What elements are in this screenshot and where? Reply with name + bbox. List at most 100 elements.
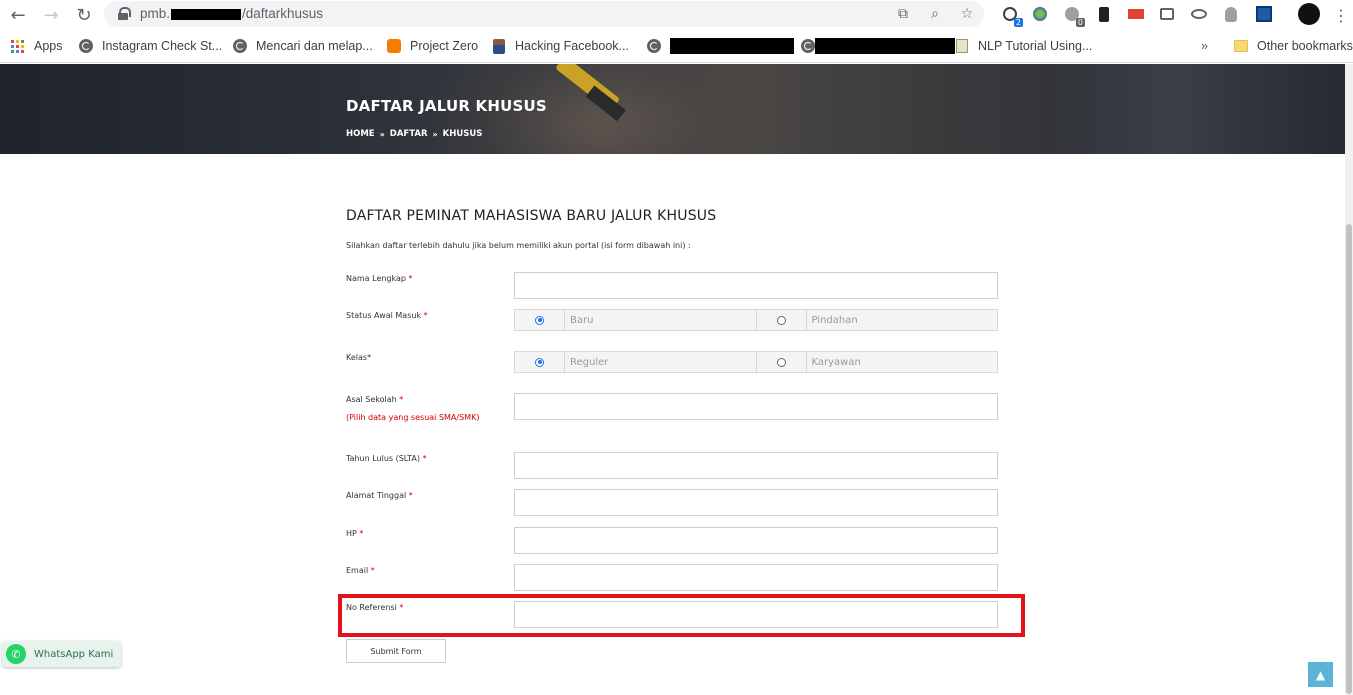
kelas-reguler-radio[interactable] xyxy=(535,357,544,367)
page-title: DAFTAR JALUR KHUSUS xyxy=(346,97,547,115)
label-hp: HP * xyxy=(346,529,363,538)
label-nama-lengkap: Nama Lengkap * xyxy=(346,274,413,283)
whatsapp-label: WhatsApp Kami xyxy=(34,648,114,660)
bookmarks-overflow-chevron[interactable]: » xyxy=(1201,37,1208,55)
status-baru-radio-cell[interactable] xyxy=(515,310,565,330)
back-arrow-icon[interactable]: ← xyxy=(6,3,30,27)
submit-form-button[interactable]: Submit Form xyxy=(346,639,446,663)
globe-icon xyxy=(78,39,93,54)
folder-icon xyxy=(1233,39,1248,54)
bookmark-nlp-tutorial[interactable]: NLP Tutorial Using... xyxy=(954,37,1092,55)
extension-4-icon[interactable] xyxy=(1094,4,1114,24)
required-marker: * xyxy=(408,274,413,283)
alamat-tinggal-input[interactable] xyxy=(514,489,998,516)
menu-kebab-icon[interactable]: ⋮ xyxy=(1329,3,1353,27)
redacted-label xyxy=(670,38,794,54)
bookmark-label: Apps xyxy=(34,39,63,53)
hero-laptop-graphic xyxy=(1050,64,1353,154)
url-text[interactable]: pmb. /daftarkhusus xyxy=(140,6,323,21)
extension-9-icon[interactable] xyxy=(1254,4,1274,24)
hp-input[interactable] xyxy=(514,527,998,554)
status-baru-label[interactable]: Baru xyxy=(565,310,757,330)
bookmark-mencari[interactable]: Mencari dan melap... xyxy=(232,37,373,55)
required-marker: * xyxy=(423,311,428,320)
zoom-icon[interactable]: ⌕ xyxy=(926,5,944,23)
extension-8-icon[interactable] xyxy=(1221,4,1241,24)
bookmark-apps[interactable]: Apps xyxy=(10,37,63,55)
kelas-reguler-radio-cell[interactable] xyxy=(515,352,565,372)
tahun-lulus-input[interactable] xyxy=(514,452,998,479)
kelas-karyawan-radio-cell[interactable] xyxy=(756,352,807,372)
extension-5-icon[interactable] xyxy=(1126,4,1146,24)
required-marker: * xyxy=(367,353,372,362)
extension-1-badge: 2 xyxy=(1013,18,1023,27)
back-to-top-button[interactable]: ▲ xyxy=(1308,662,1333,687)
email-input[interactable] xyxy=(514,564,998,591)
label-text: Asal Sekolah xyxy=(346,395,397,404)
breadcrumb-separator: » xyxy=(432,129,438,139)
blogger-icon xyxy=(386,39,401,54)
breadcrumb: HOME » DAFTAR » KHUSUS xyxy=(346,129,482,139)
notebook-icon xyxy=(954,39,969,54)
asal-sekolah-input[interactable] xyxy=(514,393,998,420)
url-redaction xyxy=(171,8,242,20)
label-kelas: Kelas* xyxy=(346,353,371,362)
label-text: Alamat Tinggal xyxy=(346,491,407,500)
extension-3-badge: 0 xyxy=(1075,18,1085,27)
bookmark-label: NLP Tutorial Using... xyxy=(978,39,1093,53)
nama-lengkap-input[interactable] xyxy=(514,272,998,299)
status-pindahan-radio-cell[interactable] xyxy=(756,310,807,330)
bookmark-label: Other bookmarks xyxy=(1257,39,1353,53)
bookmark-redacted-2[interactable] xyxy=(800,37,955,55)
whatsapp-widget[interactable]: ✆ WhatsApp Kami xyxy=(2,641,121,667)
whatsapp-icon: ✆ xyxy=(6,644,26,664)
page-scrollbar[interactable] xyxy=(1345,64,1353,695)
url-host: pmb. xyxy=(140,6,171,21)
label-email: Email * xyxy=(346,566,375,575)
url-path: /daftarkhusus xyxy=(242,6,324,21)
label-text: Kelas xyxy=(346,353,368,362)
profile-avatar[interactable] xyxy=(1297,2,1321,26)
label-status-awal-masuk: Status Awal Masuk * xyxy=(346,311,428,320)
required-marker: * xyxy=(370,566,375,575)
breadcrumb-daftar[interactable]: DAFTAR xyxy=(390,129,428,139)
breadcrumb-home[interactable]: HOME xyxy=(346,129,375,139)
status-pindahan-radio[interactable] xyxy=(776,315,786,325)
scrollbar-thumb[interactable] xyxy=(1346,224,1352,694)
star-icon[interactable]: ☆ xyxy=(958,5,976,23)
kelas-radio-group: Reguler Karyawan xyxy=(514,351,998,373)
bookmark-label: Instagram Check St... xyxy=(102,39,223,53)
label-text: Status Awal Masuk xyxy=(346,311,422,320)
extension-1-icon[interactable]: 2 xyxy=(1000,4,1023,27)
forward-arrow-icon[interactable]: → xyxy=(39,3,63,27)
reload-icon[interactable]: ↻ xyxy=(72,3,96,27)
lock-icon xyxy=(118,7,131,20)
label-text: Tahun Lulus (SLTA) xyxy=(346,454,421,463)
bookmark-other-bookmarks[interactable]: Other bookmarks xyxy=(1233,37,1353,55)
bookmark-project-zero[interactable]: Project Zero xyxy=(386,37,478,55)
required-marker: * xyxy=(359,529,364,538)
extension-6-icon[interactable] xyxy=(1157,4,1177,24)
breadcrumb-khusus: KHUSUS xyxy=(442,129,483,139)
extension-3-icon[interactable]: 0 xyxy=(1062,4,1085,27)
bookmark-hacking-facebook[interactable]: Hacking Facebook... xyxy=(491,37,629,55)
bookmark-label: Hacking Facebook... xyxy=(515,39,629,53)
bookmark-label: Mencari dan melap... xyxy=(256,39,373,53)
redacted-label xyxy=(815,38,955,54)
label-text: Email xyxy=(346,566,369,575)
bookmark-instagram[interactable]: Instagram Check St... xyxy=(78,37,222,55)
extension-2-icon[interactable] xyxy=(1030,4,1050,24)
kelas-karyawan-label[interactable]: Karyawan xyxy=(807,352,998,372)
hero-banner: DAFTAR JALUR KHUSUS HOME » DAFTAR » KHUS… xyxy=(0,64,1353,154)
bookmark-redacted-1[interactable] xyxy=(646,37,794,55)
status-pindahan-label[interactable]: Pindahan xyxy=(807,310,998,330)
avatar-icon xyxy=(491,38,506,54)
translate-icon[interactable]: ⧉ xyxy=(894,5,912,23)
kelas-reguler-label[interactable]: Reguler xyxy=(565,352,757,372)
required-marker: * xyxy=(399,395,404,404)
address-bar[interactable]: pmb. /daftarkhusus ⧉ ⌕ ☆ xyxy=(104,1,984,27)
bookmark-label: Project Zero xyxy=(410,39,479,53)
extension-7-icon[interactable] xyxy=(1189,4,1209,24)
status-baru-radio[interactable] xyxy=(535,315,544,325)
kelas-karyawan-radio[interactable] xyxy=(776,357,786,367)
